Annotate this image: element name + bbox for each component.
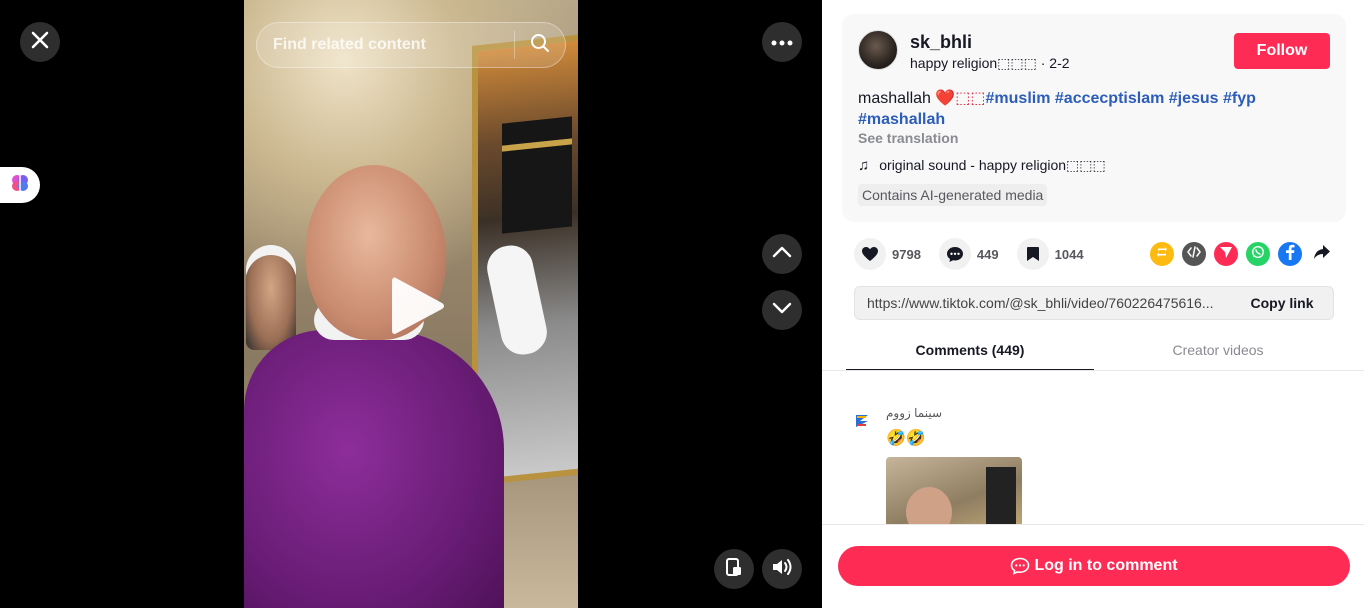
close-button[interactable] bbox=[20, 22, 60, 62]
search-icon bbox=[530, 33, 550, 58]
post-date: · 2-2 bbox=[1036, 55, 1070, 71]
volume-icon bbox=[771, 557, 793, 582]
previous-video-button[interactable] bbox=[762, 234, 802, 274]
whatsapp-icon bbox=[1251, 245, 1265, 264]
comment-bubble-icon bbox=[1010, 557, 1030, 575]
ai-generated-badge: Contains AI-generated media bbox=[858, 184, 1048, 206]
next-video-button[interactable] bbox=[762, 290, 802, 330]
like-count: 9798 bbox=[892, 246, 921, 262]
send-to-friends-button[interactable] bbox=[1214, 242, 1238, 266]
search-input[interactable] bbox=[257, 23, 514, 67]
facebook-icon bbox=[1285, 244, 1295, 265]
author-username[interactable]: sk_bhli bbox=[910, 32, 972, 53]
video-kaaba bbox=[502, 116, 572, 234]
login-to-comment-button[interactable]: Log in to comment bbox=[838, 546, 1350, 586]
picture-in-picture-icon bbox=[725, 557, 743, 582]
search-button[interactable] bbox=[515, 23, 565, 67]
commenter-avatar[interactable] bbox=[852, 410, 874, 432]
video-link-url[interactable]: https://www.tiktok.com/@sk_bhli/video/76… bbox=[855, 295, 1231, 311]
share-arrow-icon bbox=[1313, 244, 1331, 265]
more-options-button[interactable] bbox=[762, 22, 802, 62]
embed-code-icon bbox=[1187, 245, 1201, 263]
comment-text: 🤣🤣 bbox=[886, 430, 926, 447]
picture-in-picture-button[interactable] bbox=[714, 549, 754, 589]
more-icon bbox=[771, 33, 793, 51]
music-note-icon: ♫ bbox=[858, 157, 870, 174]
tiktok-video-page: sk_bhli happy religion⬚⬚⬚ · 2-2 Follow m… bbox=[0, 0, 1364, 608]
video-person-robe bbox=[244, 330, 504, 608]
tab-comments[interactable]: Comments (449) bbox=[846, 330, 1094, 371]
author-nickname[interactable]: happy religion⬚⬚⬚ bbox=[910, 55, 1037, 71]
hashtag-accecptislam[interactable]: #accecptislam bbox=[1055, 90, 1164, 107]
hashtag-jesus[interactable]: #jesus bbox=[1169, 90, 1219, 107]
video-info-card: sk_bhli happy religion⬚⬚⬚ · 2-2 Follow m… bbox=[842, 14, 1346, 222]
video-player[interactable] bbox=[0, 0, 822, 608]
more-share-button[interactable] bbox=[1310, 242, 1334, 266]
chevron-down-icon bbox=[772, 301, 792, 319]
commenter-username[interactable]: سينما زووم bbox=[886, 406, 942, 420]
repost-icon bbox=[1155, 245, 1169, 264]
copy-link-button[interactable]: Copy link bbox=[1231, 295, 1333, 311]
sound-link[interactable]: ♫ original sound - happy religion⬚⬚⬚ bbox=[858, 157, 1106, 174]
bookmark-icon bbox=[1016, 238, 1049, 270]
share-options bbox=[1150, 242, 1342, 266]
extension-widget[interactable] bbox=[0, 167, 40, 203]
tab-creator-videos[interactable]: Creator videos bbox=[1094, 330, 1342, 370]
brain-icon bbox=[9, 172, 31, 199]
comment-count: 449 bbox=[976, 246, 999, 262]
follow-button[interactable]: Follow bbox=[1234, 33, 1330, 69]
embed-button[interactable] bbox=[1182, 242, 1206, 266]
volume-button[interactable] bbox=[762, 549, 802, 589]
video-link-box: https://www.tiktok.com/@sk_bhli/video/76… bbox=[854, 286, 1334, 320]
close-icon bbox=[31, 31, 49, 54]
repost-button[interactable] bbox=[1150, 242, 1174, 266]
hashtag-muslim[interactable]: #muslim bbox=[986, 90, 1051, 107]
details-panel: sk_bhli happy religion⬚⬚⬚ · 2-2 Follow m… bbox=[822, 0, 1364, 608]
author-avatar[interactable] bbox=[858, 30, 898, 70]
sound-name: original sound - happy religion⬚⬚⬚ bbox=[879, 157, 1106, 173]
video-description: mashallah ❤️⬚⬚#muslim #accecptislam #jes… bbox=[858, 88, 1328, 130]
favorite-button[interactable]: 1044 bbox=[1016, 238, 1084, 270]
login-to-comment-label: Log in to comment bbox=[1034, 557, 1178, 574]
heart-icon bbox=[854, 238, 886, 270]
comment-login-bar: Log in to comment bbox=[822, 524, 1364, 608]
hashtag-fyp[interactable]: #fyp bbox=[1223, 90, 1256, 107]
tabs-divider bbox=[822, 370, 1364, 371]
author-subline: happy religion⬚⬚⬚ · 2-2 bbox=[910, 55, 1070, 72]
chevron-up-icon bbox=[772, 245, 792, 263]
see-translation-link[interactable]: See translation bbox=[858, 130, 958, 146]
whatsapp-share-button[interactable] bbox=[1246, 242, 1270, 266]
caption-text: mashallah bbox=[858, 90, 936, 107]
engagement-actions: 9798 449 1044 bbox=[854, 237, 1102, 271]
comment-icon bbox=[938, 238, 971, 270]
like-button[interactable]: 9798 bbox=[854, 238, 921, 270]
comment-button[interactable]: 449 bbox=[938, 238, 999, 270]
favorite-count: 1044 bbox=[1054, 246, 1084, 262]
hashtag-mashallah[interactable]: #mashallah bbox=[858, 111, 945, 128]
send-icon bbox=[1219, 245, 1233, 264]
comment-video-thumbnail[interactable] bbox=[886, 457, 1022, 527]
caption-emoji: ❤️⬚⬚ bbox=[935, 90, 986, 107]
facebook-share-button[interactable] bbox=[1278, 242, 1302, 266]
video-background-person bbox=[246, 255, 296, 350]
panel-tabs: Comments (449) Creator videos bbox=[846, 330, 1342, 371]
search-bar bbox=[256, 22, 566, 68]
play-icon[interactable] bbox=[388, 272, 448, 340]
